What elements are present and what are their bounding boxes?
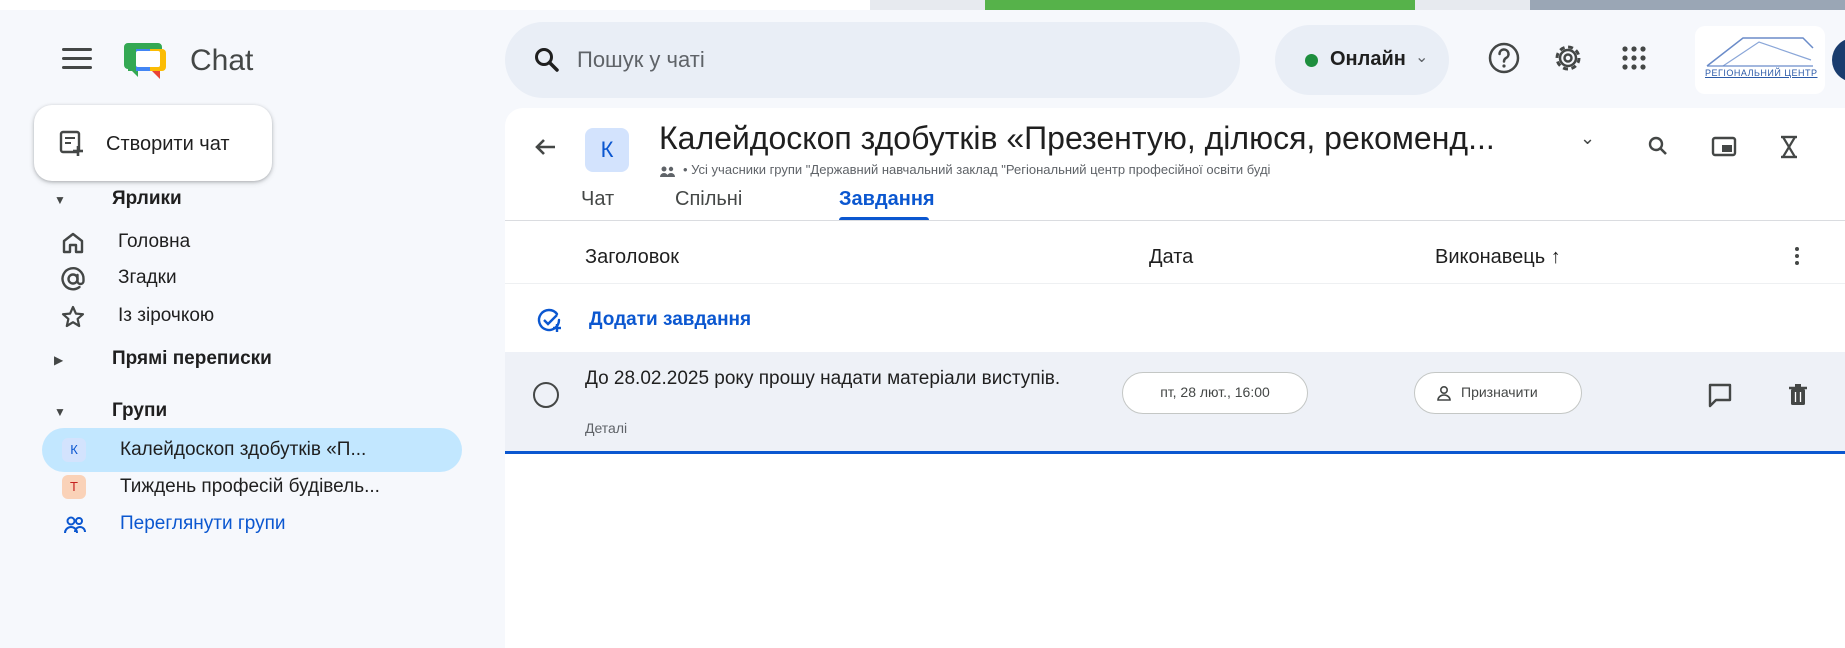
column-header-assignee[interactable]: Виконавець ↑ [1435,246,1561,269]
chevron-down-icon: ⌄ [1415,49,1429,66]
tab-tasks[interactable]: Завдання [839,188,935,211]
help-icon[interactable] [1484,38,1524,78]
caret-down-icon: ▼ [54,405,66,419]
more-options-icon[interactable] [1791,244,1803,274]
background-window-strip [1530,0,1845,10]
sidebar-item-mentions[interactable]: Згадки [60,262,450,300]
browse-groups-label: Переглянути групи [120,513,286,534]
top-bar: Chat Онлайн ⌄ [12,10,1845,106]
task-complete-checkbox[interactable] [533,382,559,408]
task-title[interactable]: До 28.02.2025 року прошу надати матеріал… [585,366,1075,392]
picture-in-picture-icon[interactable] [1707,130,1741,164]
divider [505,283,1845,284]
status-selector[interactable]: Онлайн ⌄ [1275,25,1449,95]
account-avatar[interactable] [1832,38,1845,82]
house-logo-icon [1706,37,1814,67]
status-label: Онлайн [1330,48,1406,70]
groups-header-label: Групи [112,400,168,421]
people-icon [660,166,675,177]
search-icon[interactable] [533,46,561,74]
room-avatar: К [585,128,629,172]
divider [505,220,1845,221]
column-header-title[interactable]: Заголовок [585,246,679,269]
app-name: Chat [190,44,254,77]
background-window-strip [1415,0,1530,10]
create-chat-button[interactable]: Створити чат [34,105,272,181]
search-input[interactable] [575,40,1175,80]
sidebar-item-label: Головна [118,231,191,252]
main-menu-icon[interactable] [62,48,92,72]
comment-icon[interactable] [1705,380,1735,410]
shortcuts-header-label: Ярлики [112,188,182,209]
task-details-link[interactable]: Деталі [585,420,627,436]
back-arrow-icon[interactable] [531,132,561,162]
hourglass-icon[interactable] [1772,130,1806,164]
group-label: Калейдоскоп здобутків «П... [120,439,367,460]
star-icon [61,305,85,328]
new-chat-icon [59,130,83,156]
group-avatar: Т [62,475,86,499]
group-label: Тиждень професій будівель... [120,476,380,497]
caret-down-icon: ▼ [54,193,66,207]
add-task-label: Додати завдання [589,309,752,330]
column-header-date[interactable]: Дата [1149,246,1193,269]
settings-gear-icon[interactable] [1548,38,1588,78]
background-window-strip [0,0,870,10]
caret-right-icon: ▶ [54,353,64,367]
sidebar-item-label: Згадки [118,267,177,288]
sidebar-item-home[interactable]: Головна [60,226,450,264]
create-chat-label: Створити чат [106,133,230,155]
room-title[interactable]: Калейдоскоп здобутків «Презентую, ділюся… [659,120,1495,157]
tab-shared[interactable]: Спільні [675,188,742,211]
assign-label: Призначити [1461,384,1538,400]
task-date-chip[interactable]: пт, 28 лют., 16:00 [1122,372,1308,414]
online-dot-icon [1305,54,1318,67]
groups-section-header[interactable]: ▼ Групи [54,400,167,422]
groups-icon [64,516,86,534]
task-row[interactable]: До 28.02.2025 року прошу надати матеріал… [505,352,1845,454]
chat-app: Chat Онлайн ⌄ [12,10,1845,648]
task-row-focus-line [505,451,1845,454]
at-sign-icon [61,267,85,291]
add-task-icon [537,308,561,332]
room-subtitle-text: Усі учасники групи "Державний навчальний… [691,162,1271,177]
background-window-strip [985,0,1415,10]
person-icon [1437,385,1451,401]
group-avatar: К [62,438,86,462]
organization-logo[interactable]: РЕГІОНАЛЬНИЙ ЦЕНТР [1695,26,1825,94]
home-icon [62,232,84,254]
browse-groups-link[interactable]: Переглянути групи [42,502,462,546]
tab-chat[interactable]: Чат [581,188,614,211]
apps-grid-icon[interactable] [1614,38,1654,78]
dm-header-label: Прямі переписки [112,348,272,369]
background-window-strip [870,0,985,10]
direct-messages-section-header[interactable]: ▶ Прямі переписки [54,348,272,370]
main-panel: К Калейдоскоп здобутків «Презентую, ділю… [505,108,1845,648]
search-bar[interactable] [505,22,1240,98]
trash-icon[interactable] [1783,380,1813,410]
sidebar-item-label: Із зірочкою [118,305,215,326]
shortcuts-section-header[interactable]: ▼ Ярлики [54,188,182,210]
organization-logo-text: РЕГІОНАЛЬНИЙ ЦЕНТР [1705,68,1818,78]
google-chat-logo-icon [124,43,166,79]
room-subtitle: • Усі учасники групи "Державний навчальн… [659,162,1270,177]
assign-button[interactable]: Призначити [1414,372,1582,414]
sidebar-item-starred[interactable]: Із зірочкою [60,300,450,338]
search-icon[interactable] [1642,130,1676,164]
chevron-down-icon[interactable]: ⌄ [1580,128,1595,149]
